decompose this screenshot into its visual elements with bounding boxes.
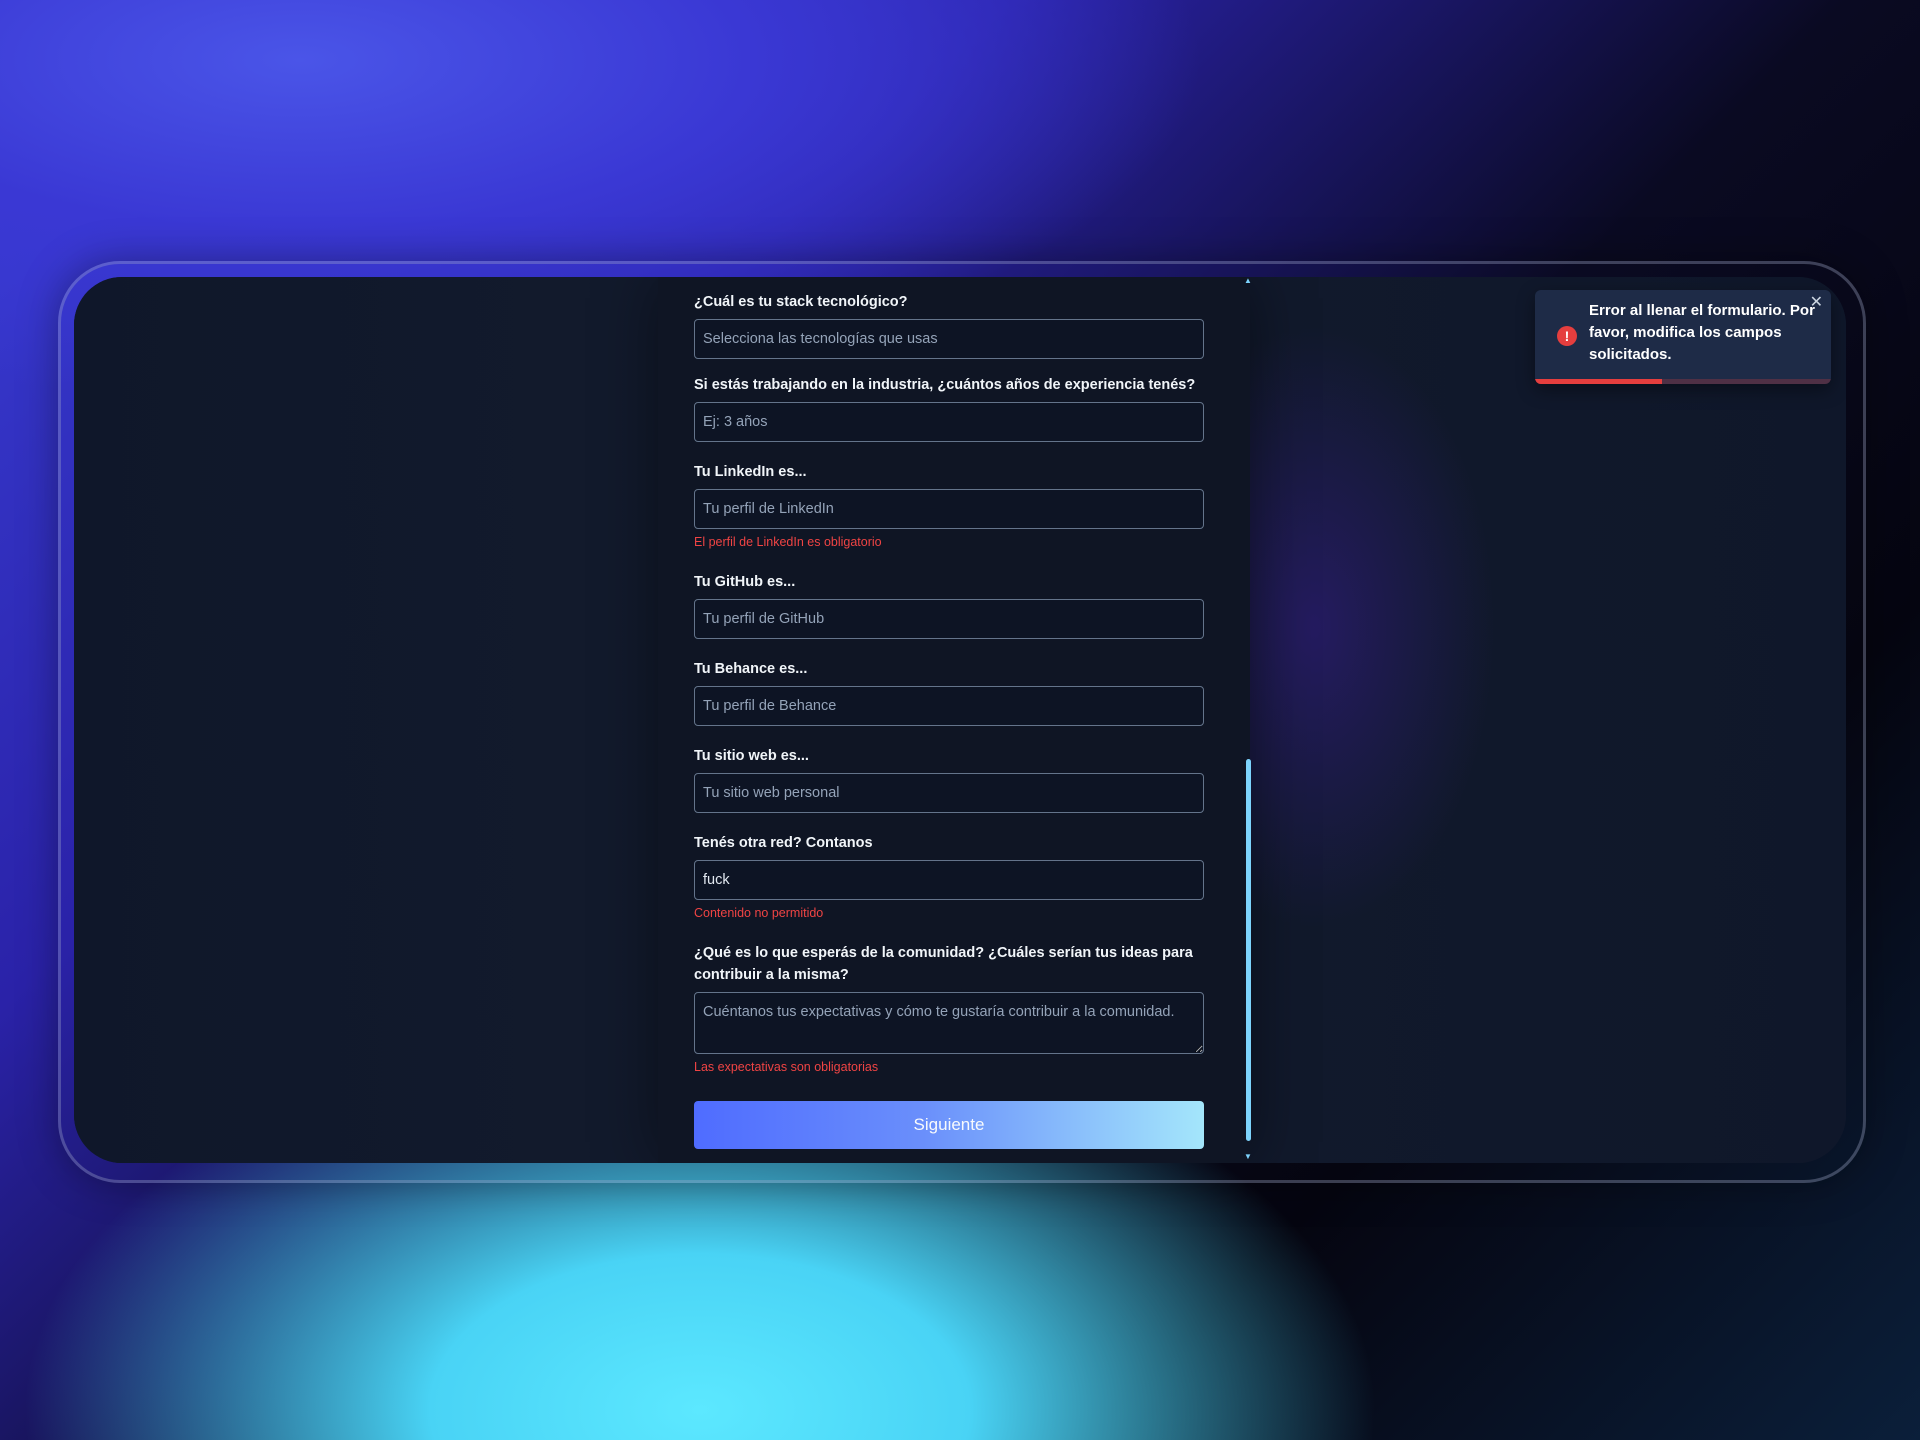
form-panel: ¿Cuál es tu stack tecnológico? Si estás …	[658, 277, 1250, 1163]
error-toast: ! Error al llenar el formulario. Por fav…	[1535, 290, 1831, 384]
github-field: Tu GitHub es...	[694, 571, 1204, 639]
linkedin-field: Tu LinkedIn es... El perfil de LinkedIn …	[694, 461, 1204, 549]
other-network-input[interactable]	[694, 860, 1204, 900]
website-field: Tu sitio web es...	[694, 745, 1204, 813]
alert-circle-icon: !	[1557, 326, 1577, 346]
toast-message: Error al llenar el formulario. Por favor…	[1589, 302, 1815, 363]
website-label: Tu sitio web es...	[694, 748, 809, 764]
stack-field: ¿Cuál es tu stack tecnológico?	[694, 291, 1204, 359]
stack-input[interactable]	[694, 319, 1204, 359]
close-icon[interactable]: ✕	[1810, 292, 1823, 312]
github-input[interactable]	[694, 599, 1204, 639]
scroll-down-arrow-icon[interactable]: ▼	[1244, 1153, 1252, 1161]
other-network-error: Contenido no permitido	[694, 906, 824, 920]
behance-label: Tu Behance es...	[694, 661, 808, 677]
linkedin-label: Tu LinkedIn es...	[694, 464, 807, 480]
linkedin-error: El perfil de LinkedIn es obligatorio	[694, 535, 882, 549]
stack-label: ¿Cuál es tu stack tecnológico?	[694, 294, 908, 310]
toast-progress-bar	[1535, 379, 1663, 384]
experience-field: Si estás trabajando en la industria, ¿cu…	[694, 374, 1204, 442]
linkedin-input[interactable]	[694, 489, 1204, 529]
other-network-label: Tenés otra red? Contanos	[694, 835, 873, 851]
expectations-textarea[interactable]	[694, 992, 1204, 1054]
experience-label: Si estás trabajando en la industria, ¿cu…	[694, 377, 1196, 393]
github-label: Tu GitHub es...	[694, 574, 796, 590]
next-button[interactable]: Siguiente	[694, 1101, 1204, 1149]
experience-input[interactable]	[694, 402, 1204, 442]
other-network-field: Tenés otra red? Contanos Contenido no pe…	[694, 832, 1204, 920]
behance-input[interactable]	[694, 686, 1204, 726]
behance-field: Tu Behance es...	[694, 658, 1204, 726]
scrollbar-thumb[interactable]	[1246, 759, 1251, 1141]
app-screen: ¿Cuál es tu stack tecnológico? Si estás …	[74, 277, 1846, 1163]
website-input[interactable]	[694, 773, 1204, 813]
expectations-label: ¿Qué es lo que esperás de la comunidad? …	[694, 945, 1193, 983]
scroll-up-arrow-icon[interactable]: ▲	[1244, 277, 1252, 285]
expectations-field: ¿Qué es lo que esperás de la comunidad? …	[694, 942, 1204, 1074]
expectations-error: Las expectativas son obligatorias	[694, 1060, 879, 1074]
